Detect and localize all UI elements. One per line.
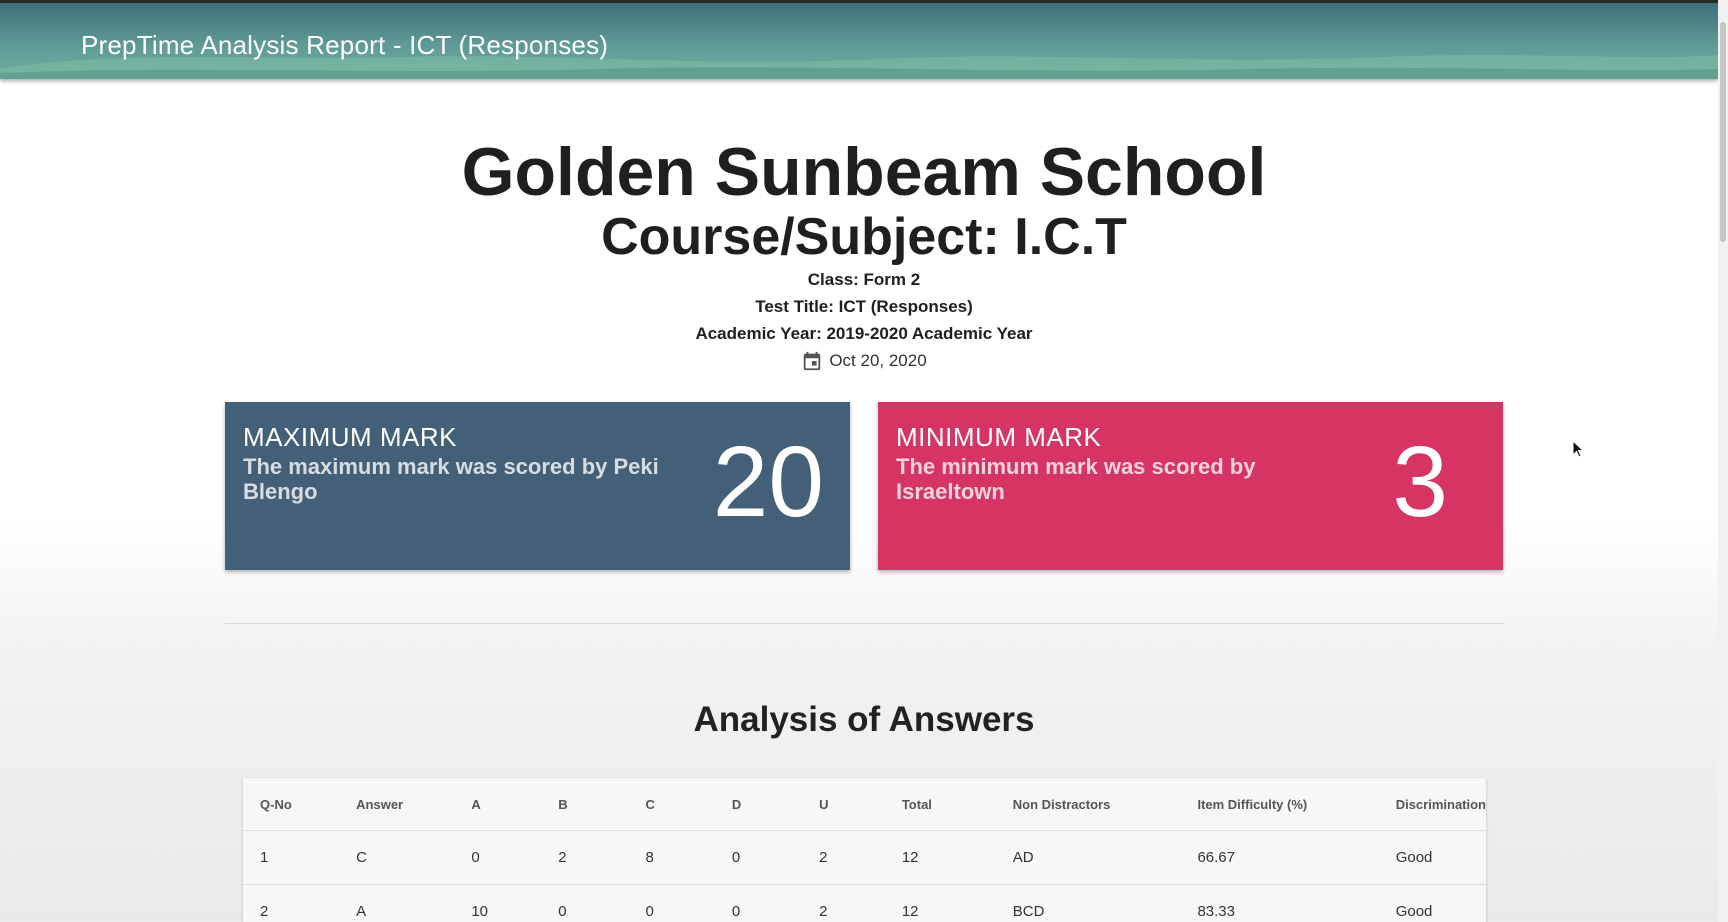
minimum-mark-label: MINIMUM MARK — [896, 422, 1102, 452]
report-date: Oct 20, 2020 — [0, 347, 1728, 374]
test-title: Test Title: ICT (Responses) — [755, 297, 973, 316]
analysis-table: Q-No Answer A B C D U Total Non Distract… — [243, 778, 1486, 922]
table-cell: Good — [1378, 830, 1486, 885]
app-title: PrepTime Analysis Report - ICT (Response… — [81, 30, 609, 60]
table-cell: AD — [995, 830, 1181, 885]
maximum-mark-value: 20 — [712, 426, 824, 538]
date-text: Oct 20, 2020 — [829, 351, 927, 370]
school-name: Golden Sunbeam School — [461, 134, 1267, 210]
table-cell: 83.33 — [1180, 884, 1379, 922]
minimum-mark-description: The minimum mark was scored by Israeltow… — [896, 454, 1256, 504]
table-cell: Good — [1378, 884, 1486, 922]
maximum-mark-description: The maximum mark was scored by Peki Blen… — [243, 454, 659, 504]
column-header: Answer — [339, 778, 455, 831]
minimum-mark-value: 3 — [1392, 426, 1448, 538]
mouse-cursor-icon — [1572, 440, 1584, 458]
table-cell: 2 — [802, 830, 885, 885]
table-cell: C — [339, 830, 455, 885]
table-cell: 2 — [541, 830, 629, 885]
table-cell: 66.67 — [1180, 830, 1379, 885]
app-bar: PrepTime Analysis Report - ICT (Response… — [0, 0, 1718, 79]
table-cell: A — [339, 884, 455, 922]
column-header: Q-No — [243, 778, 340, 831]
minimum-mark-card: MINIMUM MARK The minimum mark was scored… — [878, 402, 1503, 570]
column-header: Item Difficulty (%) — [1180, 778, 1379, 831]
section-divider — [225, 623, 1504, 624]
column-header: D — [714, 778, 803, 831]
analysis-table-container: Q-No Answer A B C D U Total Non Distract… — [243, 778, 1486, 922]
column-header: A — [454, 778, 542, 831]
table-cell: 0 — [714, 830, 803, 885]
column-header: Total — [884, 778, 996, 831]
table-cell: 10 — [454, 884, 542, 922]
analysis-title: Analysis of Answers — [693, 700, 1035, 739]
table-cell: 0 — [628, 884, 715, 922]
class-label: Class: Form 2 — [807, 270, 921, 289]
table-cell: 0 — [714, 884, 803, 922]
column-header: U — [802, 778, 885, 831]
table-cell: 0 — [541, 884, 629, 922]
table-cell: 12 — [884, 830, 996, 885]
maximum-mark-card: MAXIMUM MARK The maximum mark was scored… — [225, 402, 850, 570]
table-cell: 1 — [243, 830, 340, 885]
table-cell: BCD — [995, 884, 1181, 922]
table-cell: 2 — [243, 884, 340, 922]
academic-year: Academic Year: 2019-2020 Academic Year — [695, 324, 1033, 343]
table-row: 1 C 0 2 8 0 2 12 AD 66.67 Good — [243, 830, 1486, 885]
column-header: C — [628, 778, 715, 831]
table-cell: 0 — [454, 830, 542, 885]
column-header: Non Distractors — [995, 778, 1181, 831]
maximum-mark-label: MAXIMUM MARK — [243, 422, 457, 452]
report-header: Golden Sunbeam School Course/Subject: I.… — [0, 136, 1728, 374]
course-subject: Course/Subject: I.C.T — [601, 208, 1127, 266]
calendar-icon — [804, 351, 821, 370]
table-cell: 2 — [802, 884, 885, 922]
table-header-row: Q-No Answer A B C D U Total Non Distract… — [243, 778, 1486, 831]
column-header: Discrimination — [1378, 778, 1486, 831]
table-row: 2 A 10 0 0 0 2 12 BCD 83.33 Good — [243, 884, 1486, 922]
table-cell: 8 — [628, 830, 715, 885]
column-header: B — [541, 778, 629, 831]
table-cell: 12 — [884, 884, 996, 922]
